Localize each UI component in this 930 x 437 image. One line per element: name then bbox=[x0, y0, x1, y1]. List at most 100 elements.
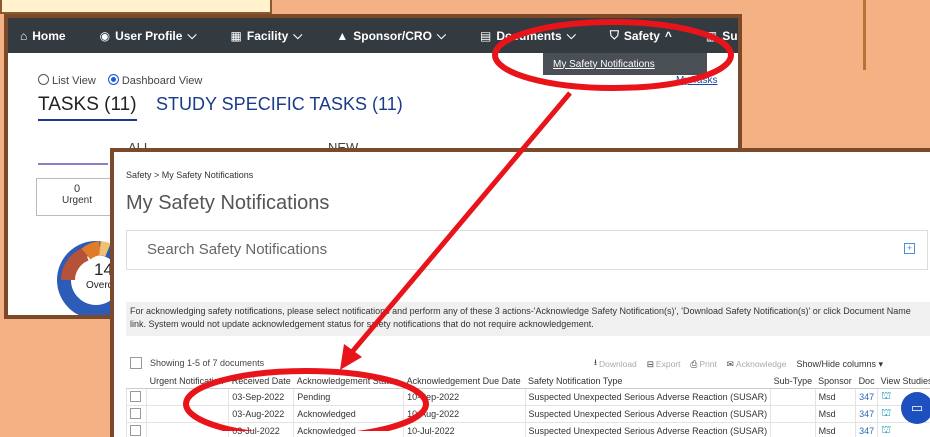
cell-subtype bbox=[771, 406, 816, 423]
chevron-up-icon: ^ bbox=[665, 29, 672, 43]
col-notification-type[interactable]: Safety Notification Type bbox=[525, 374, 771, 389]
row-checkbox[interactable] bbox=[130, 425, 141, 436]
donut-segment-orange bbox=[86, 248, 100, 254]
building-icon: ▦ bbox=[231, 29, 242, 43]
select-all-checkbox[interactable] bbox=[130, 357, 142, 369]
view-toggle: List View Dashboard View bbox=[38, 74, 202, 87]
cell-due: 10-Jul-2022 bbox=[404, 423, 525, 437]
safety-notifications-table: Urgent Notification Received Date Acknow… bbox=[126, 374, 930, 437]
cell-sponsor: Msd bbox=[815, 423, 855, 437]
nav-sponsor-label: Sponsor/CRO bbox=[353, 29, 432, 43]
nav-survey-label: Survey bbox=[722, 29, 742, 43]
nav-sponsor[interactable]: ▲ Sponsor/CRO ⌵ bbox=[324, 28, 446, 43]
expand-plus-icon[interactable]: + bbox=[904, 243, 915, 254]
home-icon: ⌂ bbox=[20, 29, 27, 43]
table-row[interactable]: 03-Sep-2022 Pending 10-Sep-2022 Suspecte… bbox=[127, 389, 930, 406]
nav-facility[interactable]: ▦ Facility ⌵ bbox=[219, 28, 303, 43]
cell-status: Acknowledged bbox=[294, 423, 404, 437]
print-button[interactable]: ⎙Print bbox=[691, 359, 717, 370]
chat-button[interactable]: ▭ bbox=[901, 392, 930, 424]
export-icon: ⊟ bbox=[647, 359, 654, 370]
nav-documents[interactable]: ▤ Documents ⌵ bbox=[468, 28, 576, 43]
chat-bubble-icon: ▭ bbox=[911, 400, 923, 415]
urgent-count: 0 bbox=[37, 183, 117, 195]
document-icon: ▤ bbox=[480, 29, 491, 43]
cell-sponsor: Msd bbox=[815, 389, 855, 406]
tab-study-specific-tasks[interactable]: STUDY SPECIFIC TASKS (11) bbox=[156, 94, 403, 115]
donut-segment-yellow bbox=[100, 248, 108, 250]
list-view-radio[interactable]: List View bbox=[38, 74, 96, 87]
acknowledge-button[interactable]: ✉Acknowledge bbox=[727, 359, 787, 370]
urgent-card[interactable]: 0 Urgent bbox=[36, 178, 118, 216]
nav-safety[interactable]: ⛉ Safety ^ bbox=[598, 28, 672, 43]
cell-urgent bbox=[147, 389, 229, 406]
nav-documents-label: Documents bbox=[496, 29, 561, 43]
shield-icon: ⛉ bbox=[610, 28, 619, 43]
cell-status: Acknowledged bbox=[294, 406, 404, 423]
col-sub-type[interactable]: Sub-Type bbox=[771, 374, 816, 389]
view-studies-icon[interactable]: ⛫ bbox=[881, 424, 891, 436]
dashboard-view-radio[interactable]: Dashboard View bbox=[108, 74, 203, 87]
info-message: For acknowledging safety notifications, … bbox=[126, 302, 930, 336]
cell-received: 03-Jul-2022 bbox=[229, 423, 294, 437]
cell-sponsor: Msd bbox=[815, 406, 855, 423]
cell-doc-link[interactable]: 347 bbox=[856, 406, 878, 423]
chevron-down-icon: ⌵ bbox=[293, 28, 302, 43]
tab-tasks[interactable]: TASKS (11) bbox=[38, 94, 137, 121]
urgent-label: Urgent bbox=[37, 195, 117, 206]
cell-subtype bbox=[771, 389, 816, 406]
cell-received: 03-Sep-2022 bbox=[229, 389, 294, 406]
col-sponsor[interactable]: Sponsor bbox=[815, 374, 855, 389]
chevron-down-icon: ⌵ bbox=[437, 28, 446, 43]
col-ack-due-date[interactable]: Acknowledgement Due Date bbox=[404, 374, 525, 389]
safety-notifications-window: Safety > My Safety Notifications My Safe… bbox=[110, 148, 930, 437]
col-received-date[interactable]: Received Date bbox=[229, 374, 294, 389]
callout-bubble-right bbox=[863, 0, 930, 70]
cell-urgent bbox=[147, 423, 229, 437]
user-circle-icon: ◉ bbox=[100, 29, 110, 43]
cell-due: 10-Aug-2022 bbox=[404, 406, 525, 423]
donut-segment-rust bbox=[68, 254, 86, 280]
table-row[interactable]: 03-Aug-2022 Acknowledged 10-Aug-2022 Sus… bbox=[127, 406, 930, 423]
export-button[interactable]: ⊟Export bbox=[647, 359, 681, 370]
cell-urgent bbox=[147, 406, 229, 423]
search-panel: + bbox=[126, 230, 928, 270]
bar-chart-icon: ▥ bbox=[706, 29, 717, 43]
col-doc[interactable]: Doc bbox=[856, 374, 878, 389]
cell-status: Pending bbox=[294, 389, 404, 406]
my-tasks-link[interactable]: My Tasks bbox=[676, 75, 718, 86]
show-hide-columns-button[interactable]: Show/Hide columns ▾ bbox=[796, 359, 883, 370]
cell-doc-link[interactable]: 347 bbox=[856, 389, 878, 406]
nav-home-label: Home bbox=[32, 29, 65, 43]
col-urgent[interactable]: Urgent Notification bbox=[147, 374, 229, 389]
row-checkbox[interactable] bbox=[130, 408, 141, 419]
nav-user-profile[interactable]: ◉ User Profile ⌵ bbox=[88, 28, 197, 43]
cell-due: 10-Sep-2022 bbox=[404, 389, 525, 406]
search-input[interactable] bbox=[145, 240, 749, 259]
nav-facility-label: Facility bbox=[247, 29, 288, 43]
top-navbar: ⌂ Home ◉ User Profile ⌵ ▦ Facility ⌵ ▲ S… bbox=[8, 18, 738, 53]
col-view-studies[interactable]: View Studies bbox=[878, 374, 930, 389]
cell-received: 03-Aug-2022 bbox=[229, 406, 294, 423]
dropdown-my-safety-notifications[interactable]: My Safety Notifications bbox=[543, 53, 707, 75]
row-checkbox[interactable] bbox=[130, 391, 141, 402]
chevron-down-icon: ⌵ bbox=[567, 28, 576, 43]
cell-type: Suspected Unexpected Serious Adverse Rea… bbox=[525, 406, 771, 423]
cell-type: Suspected Unexpected Serious Adverse Rea… bbox=[525, 423, 771, 437]
col-select bbox=[127, 374, 147, 389]
nav-home[interactable]: ⌂ Home bbox=[8, 29, 66, 43]
download-icon: ⭳ bbox=[594, 357, 597, 371]
download-button[interactable]: ⭳Download bbox=[594, 357, 637, 371]
col-ack-status[interactable]: Acknowledgement Status bbox=[294, 374, 404, 389]
nav-survey[interactable]: ▥ Survey ⌵ bbox=[694, 28, 742, 43]
table-row[interactable]: 03-Jul-2022 Acknowledged 10-Jul-2022 Sus… bbox=[127, 423, 930, 437]
view-studies-icon[interactable]: ⛫ bbox=[881, 407, 891, 419]
cell-subtype bbox=[771, 423, 816, 437]
breadcrumb[interactable]: Safety > My Safety Notifications bbox=[126, 170, 253, 180]
view-studies-icon[interactable]: ⛫ bbox=[881, 390, 891, 402]
graduation-cap-icon: ▲ bbox=[336, 29, 348, 43]
envelope-icon: ✉ bbox=[727, 359, 734, 370]
nav-user-profile-label: User Profile bbox=[115, 29, 182, 43]
table-header-row: Urgent Notification Received Date Acknow… bbox=[127, 374, 930, 389]
cell-doc-link[interactable]: 347 bbox=[856, 423, 878, 437]
